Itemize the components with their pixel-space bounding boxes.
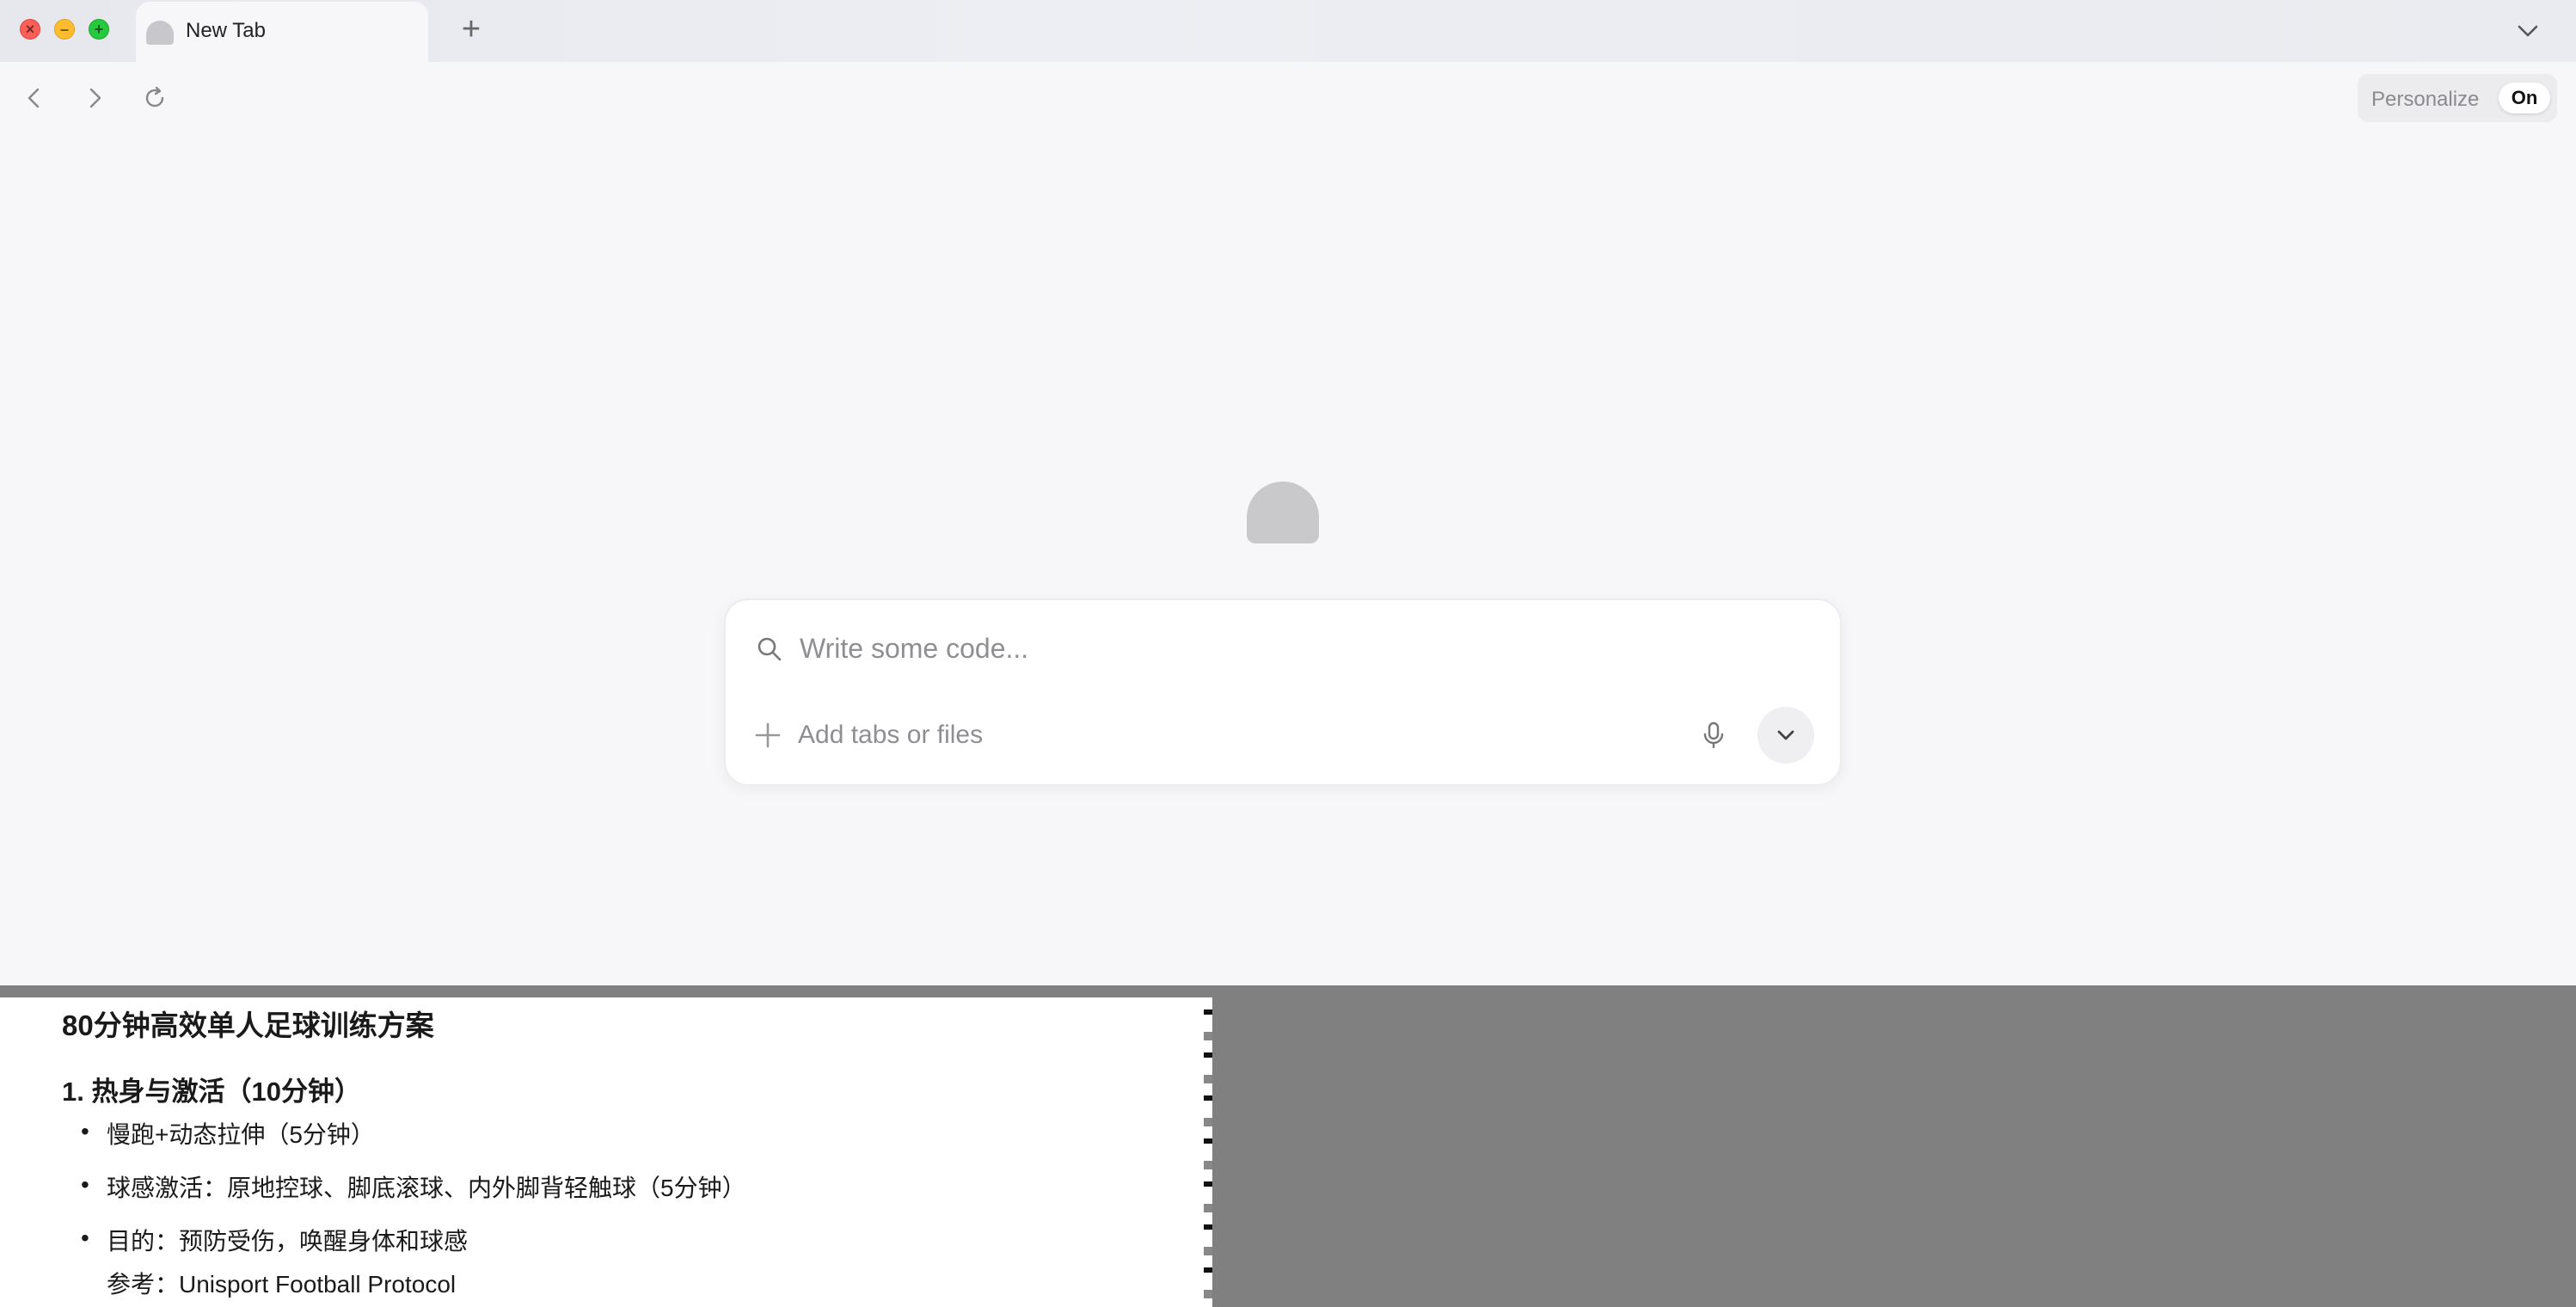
minimize-icon: –: [59, 21, 69, 38]
composer-box: Write some code... Add tabs or files: [724, 598, 1842, 786]
bullet-dot: •: [81, 1224, 89, 1251]
overlay-grey-area: [1211, 985, 2576, 1307]
zoom-window-button[interactable]: +: [89, 19, 109, 40]
chevron-right-icon: [89, 88, 101, 108]
zoom-icon: +: [94, 21, 104, 38]
document-panel: 80分钟高效单人足球训练方案 1. 热身与激活（10分钟） • 慢跑+动态拉伸（…: [0, 997, 1211, 1307]
search-icon: [757, 637, 782, 661]
close-icon: ×: [25, 21, 35, 38]
prompt-input[interactable]: Write some code...: [800, 633, 1028, 665]
forward-button[interactable]: [79, 83, 110, 114]
bullet-dot: •: [81, 1171, 89, 1198]
title-bar: × – + New Tab +: [0, 0, 2576, 62]
add-tabs-or-files-button[interactable]: Add tabs or files: [798, 721, 983, 750]
document-title: 80分钟高效单人足球训练方案: [62, 1009, 434, 1041]
list-item: 球感激活：原地控球、脚底滚球、内外脚背轻触球（5分钟）: [107, 1175, 746, 1201]
plus-icon[interactable]: [753, 721, 782, 750]
list-item: 慢跑+动态拉伸（5分钟）: [107, 1121, 375, 1148]
minimize-window-button[interactable]: –: [54, 19, 75, 40]
tab-title: New Tab: [186, 19, 266, 42]
bullet-dot: •: [81, 1118, 89, 1144]
personalize-control[interactable]: Personalize On: [2358, 74, 2557, 122]
reload-icon: [145, 86, 164, 107]
tab-new-tab[interactable]: New Tab: [136, 2, 428, 62]
browser-logo-icon: [1247, 482, 1319, 543]
reference-line: 参考：Unisport Football Protocol: [107, 1271, 457, 1298]
back-button[interactable]: [19, 83, 50, 114]
chevron-down-icon: [1777, 730, 1794, 740]
personalize-label: Personalize: [2371, 88, 2480, 111]
document-scroll-edge: [1204, 997, 1212, 1307]
close-window-button[interactable]: ×: [20, 19, 40, 40]
personalize-toggle[interactable]: On: [2499, 83, 2550, 114]
tab-favicon-icon: [146, 21, 174, 45]
microphone-icon[interactable]: [1697, 719, 1730, 752]
expand-options-button[interactable]: [1757, 707, 1814, 764]
chevron-down-icon: [2518, 25, 2538, 37]
tab-list-button[interactable]: [2512, 15, 2543, 46]
section-heading: 1. 热身与激活（10分钟）: [62, 1077, 361, 1107]
list-item: 目的：预防受伤，唤醒身体和球感: [107, 1228, 469, 1255]
new-tab-button[interactable]: +: [456, 10, 487, 48]
chevron-left-icon: [28, 88, 40, 108]
reload-button[interactable]: [139, 83, 170, 114]
